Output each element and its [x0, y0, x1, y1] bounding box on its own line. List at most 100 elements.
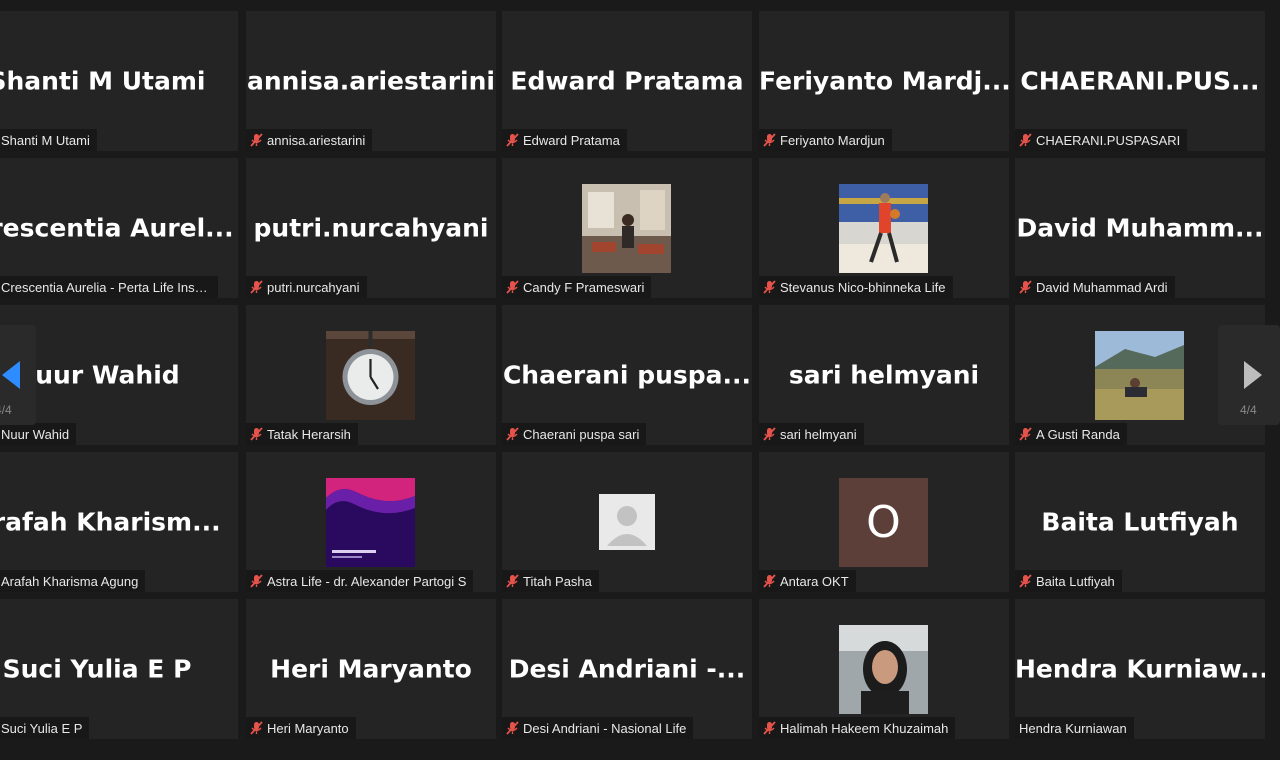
participant-tile[interactable]: putri.nurcahyani putri.nurcahyani	[246, 158, 496, 298]
participant-name: Shanti M Utami	[1, 132, 90, 148]
page-indicator: 4/4	[0, 403, 12, 417]
participant-tile[interactable]: Arafah Kharism... Arafah Kharisma Agung	[0, 452, 238, 592]
muted-mic-icon	[763, 574, 776, 588]
participant-profile-photo	[839, 184, 928, 273]
participant-tile[interactable]: Tatak Herarsih	[246, 305, 496, 445]
page-indicator: 4/4	[1240, 403, 1257, 417]
participant-name-label: Baita Lutfiyah	[1015, 570, 1122, 592]
participant-name-label: Candy F Prameswari	[502, 276, 652, 298]
participant-tile[interactable]: annisa.ariestarini annisa.ariestarini	[246, 11, 496, 151]
participant-name: Antara OKT	[780, 573, 849, 589]
participant-tile[interactable]: David Muhamm... David Muhammad Ardi	[1015, 158, 1265, 298]
participant-tile[interactable]: Chaerani puspa... Chaerani puspa sari	[502, 305, 752, 445]
participant-tile[interactable]: Crescentia Aurel... Crescentia Aurelia - …	[0, 158, 238, 298]
participant-name: Feriyanto Mardjun	[780, 132, 885, 148]
participant-name: Titah Pasha	[523, 573, 592, 589]
muted-mic-icon	[1019, 280, 1032, 294]
participant-name: Heri Maryanto	[267, 720, 349, 736]
next-page-button[interactable]: 4/4	[1218, 325, 1280, 425]
muted-mic-icon	[506, 721, 519, 735]
participant-name-label: Crescentia Aurelia - Perta Life Insur...	[0, 276, 218, 298]
muted-mic-icon	[250, 721, 263, 735]
participant-display-name: David Muhamm...	[1016, 213, 1264, 243]
participant-name: Crescentia Aurelia - Perta Life Insur...	[1, 279, 211, 295]
muted-mic-icon	[250, 133, 263, 147]
participant-name-label: Tatak Herarsih	[246, 423, 358, 445]
participant-display-name: Shanti M Utami	[0, 66, 206, 96]
participant-name-label: CHAERANI.PUSPASARI	[1015, 129, 1188, 151]
participant-display-name: Hendra Kurniaw...	[1015, 654, 1265, 684]
participant-tile[interactable]: Astra Life - dr. Alexander Partogi S	[246, 452, 496, 592]
participant-name-label: Astra Life - dr. Alexander Partogi S	[246, 570, 474, 592]
participant-tile[interactable]: Desi Andriani -... Desi Andriani - Nasion…	[502, 599, 752, 739]
arrow-right-icon	[1244, 361, 1262, 389]
participant-name: Halimah Hakeem Khuzaimah	[780, 720, 949, 736]
participant-name: sari helmyani	[780, 426, 857, 442]
participant-name-label: putri.nurcahyani	[246, 276, 367, 298]
participant-profile-photo	[326, 331, 415, 420]
participant-name-label: sari helmyani	[759, 423, 864, 445]
muted-mic-icon	[1019, 133, 1032, 147]
participant-name-label: Edward Pratama	[502, 129, 627, 151]
participant-tile[interactable]: Feriyanto Mardj... Feriyanto Mardjun	[759, 11, 1009, 151]
participant-name: Baita Lutfiyah	[1036, 573, 1115, 589]
participant-name: Stevanus Nico-bhinneka Life	[780, 279, 946, 295]
participant-profile-photo	[582, 184, 671, 273]
participant-display-name: Crescentia Aurel...	[0, 213, 234, 243]
participant-name-label: Nuur Wahid	[0, 423, 77, 445]
participant-display-name: Arafah Kharism...	[0, 507, 221, 537]
participant-name-label: David Muhammad Ardi	[1015, 276, 1175, 298]
muted-mic-icon	[763, 280, 776, 294]
participant-tile[interactable]: Baita Lutfiyah Baita Lutfiyah	[1015, 452, 1265, 592]
muted-mic-icon	[763, 427, 776, 441]
participant-display-name: sari helmyani	[788, 360, 980, 390]
participant-tile[interactable]: O Antara OKT	[759, 452, 1009, 592]
participant-name: Desi Andriani - Nasional Life	[523, 720, 687, 736]
participant-tile[interactable]: Titah Pasha	[502, 452, 752, 592]
participant-tile[interactable]: Hendra Kurniaw... Hendra Kurniawan	[1015, 599, 1265, 739]
participant-name-label: Titah Pasha	[502, 570, 599, 592]
participant-profile-photo	[326, 478, 415, 567]
previous-page-button[interactable]: 4/4	[0, 325, 36, 425]
participant-name-label: Desi Andriani - Nasional Life	[502, 717, 694, 739]
participant-display-name: Chaerani puspa...	[502, 360, 752, 390]
muted-mic-icon	[506, 427, 519, 441]
participant-name-label: Stevanus Nico-bhinneka Life	[759, 276, 953, 298]
default-user-avatar-icon	[599, 494, 655, 550]
participant-tile[interactable]: Suci Yulia E P Suci Yulia E P	[0, 599, 238, 739]
muted-mic-icon	[1019, 427, 1032, 441]
participant-name-label: Shanti M Utami	[0, 129, 97, 151]
participant-display-name: annisa.ariestarini	[247, 66, 495, 96]
participant-name: putri.nurcahyani	[267, 279, 360, 295]
participant-profile-photo	[1095, 331, 1184, 420]
participant-name: Tatak Herarsih	[267, 426, 351, 442]
participant-tile[interactable]: Candy F Prameswari	[502, 158, 752, 298]
muted-mic-icon	[250, 574, 263, 588]
arrow-left-icon	[2, 361, 20, 389]
participant-name-label: Arafah Kharisma Agung	[0, 570, 146, 592]
participant-name: Chaerani puspa sari	[523, 426, 640, 442]
participant-tile[interactable]: Stevanus Nico-bhinneka Life	[759, 158, 1009, 298]
participant-tile[interactable]: Halimah Hakeem Khuzaimah	[759, 599, 1009, 739]
participant-name-label: Suci Yulia E P	[0, 717, 90, 739]
participant-tile[interactable]: CHAERANI.PUS... CHAERANI.PUSPASARI	[1015, 11, 1265, 151]
participant-name-label: Chaerani puspa sari	[502, 423, 647, 445]
participant-name: CHAERANI.PUSPASARI	[1036, 132, 1181, 148]
participant-tile[interactable]: Edward Pratama Edward Pratama	[502, 11, 752, 151]
participant-name-label: Feriyanto Mardjun	[759, 129, 892, 151]
muted-mic-icon	[763, 721, 776, 735]
participant-name-label: A Gusti Randa	[1015, 423, 1127, 445]
participant-name: annisa.ariestarini	[267, 132, 366, 148]
participant-name-label: Hendra Kurniawan	[1015, 717, 1134, 739]
muted-mic-icon	[506, 574, 519, 588]
muted-mic-icon	[250, 427, 263, 441]
participant-display-name: Baita Lutfiyah	[1041, 507, 1239, 537]
participant-display-name: putri.nurcahyani	[253, 213, 489, 243]
muted-mic-icon	[506, 280, 519, 294]
participant-tile[interactable]: sari helmyani sari helmyani	[759, 305, 1009, 445]
muted-mic-icon	[506, 133, 519, 147]
participant-name: Hendra Kurniawan	[1019, 720, 1127, 736]
participant-tile[interactable]: Heri Maryanto Heri Maryanto	[246, 599, 496, 739]
participant-name-label: Heri Maryanto	[246, 717, 356, 739]
participant-tile[interactable]: Shanti M Utami Shanti M Utami	[0, 11, 238, 151]
